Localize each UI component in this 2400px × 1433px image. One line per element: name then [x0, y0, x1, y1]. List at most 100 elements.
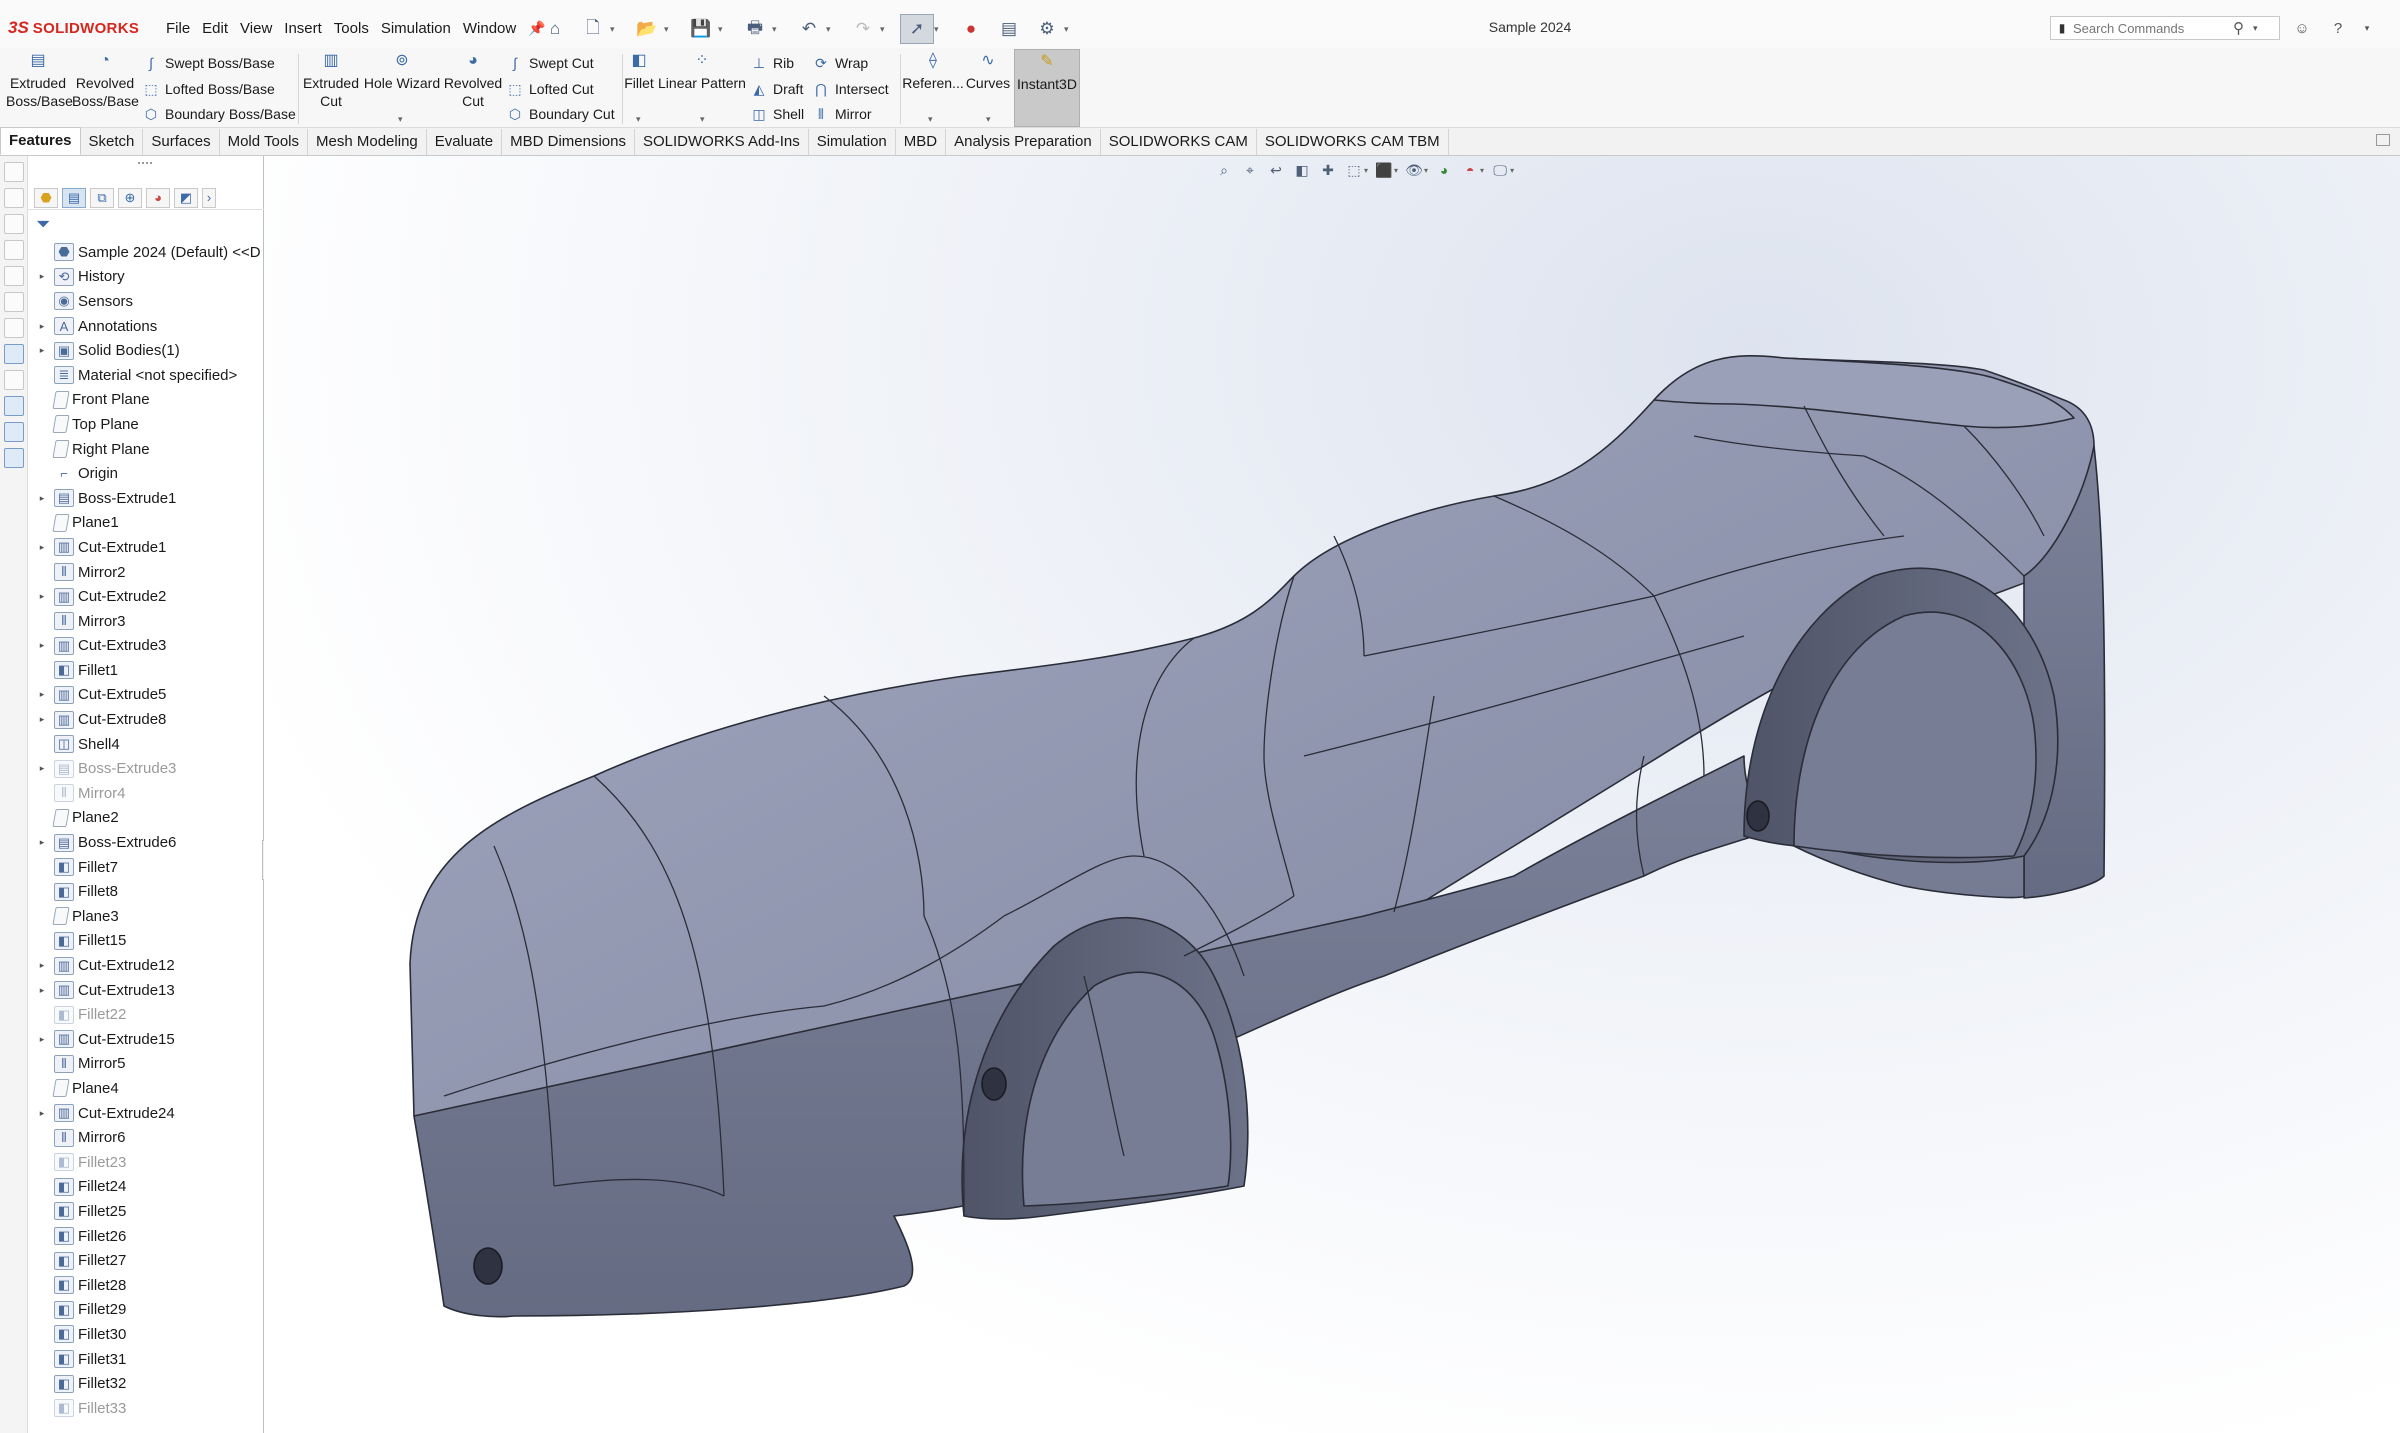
- tab-sketch[interactable]: Sketch: [81, 129, 144, 155]
- expand-arrow-icon[interactable]: ▸: [36, 763, 48, 774]
- boundary-boss-button[interactable]: ⬡ Boundary Boss/Base: [142, 105, 296, 123]
- expand-arrow-icon[interactable]: ▸: [36, 837, 48, 848]
- tab-solidworks-cam[interactable]: SOLIDWORKS CAM: [1101, 129, 1257, 155]
- feature-tree-item[interactable]: Top Plane: [28, 412, 264, 437]
- panel-drag-handle[interactable]: [138, 162, 152, 172]
- redo-dropdown-icon[interactable]: ▾: [880, 24, 890, 35]
- feature-tree-item[interactable]: ▸ A Annotations: [28, 314, 264, 339]
- tab-surfaces[interactable]: Surfaces: [143, 129, 220, 155]
- save-icon[interactable]: 💾: [684, 14, 718, 44]
- solidworks-logo[interactable]: 3S SOLIDWORKS: [8, 16, 139, 40]
- feature-tree-item[interactable]: ⌐ Origin: [28, 461, 264, 486]
- reference-geometry-button[interactable]: ⟠ Referen...: [902, 52, 964, 92]
- undo-dropdown-icon[interactable]: ▾: [826, 24, 836, 35]
- fillet-dropdown-icon[interactable]: ▾: [636, 114, 641, 125]
- user-account-icon[interactable]: ☺: [2290, 16, 2314, 40]
- measure-tool-icon[interactable]: [4, 344, 24, 364]
- rectangle-tool-icon[interactable]: [4, 240, 24, 260]
- file-properties-icon[interactable]: ▤: [992, 14, 1026, 44]
- revolved-boss-button[interactable]: ◔ Revolved Boss/Base: [72, 52, 139, 110]
- expand-arrow-icon[interactable]: ▸: [36, 591, 48, 602]
- expand-arrow-icon[interactable]: ▸: [36, 271, 48, 282]
- tab-mbd[interactable]: MBD: [896, 129, 947, 155]
- feature-tree-item[interactable]: ▸ ▥ Cut-Extrude13: [28, 978, 264, 1003]
- expand-arrow-icon[interactable]: ▸: [36, 1034, 48, 1045]
- menu-file[interactable]: File: [160, 18, 196, 39]
- feature-tree-item[interactable]: ◧ Fillet25: [28, 1199, 264, 1224]
- feature-tree-item[interactable]: ≣ Material <not specified>: [28, 363, 264, 388]
- feature-tree-item[interactable]: Plane1: [28, 511, 264, 536]
- expand-arrow-icon[interactable]: ▸: [36, 640, 48, 651]
- rebuild-traffic-light-icon[interactable]: ●: [954, 14, 988, 44]
- menu-view[interactable]: View: [234, 18, 278, 39]
- menu-window[interactable]: Window: [457, 18, 522, 39]
- feature-tree-item[interactable]: Plane2: [28, 806, 264, 831]
- circle-tool-icon[interactable]: [4, 266, 24, 286]
- feature-tree-item[interactable]: ▸ ▥ Cut-Extrude24: [28, 1101, 264, 1126]
- property-manager-tab-icon[interactable]: ▤: [62, 187, 86, 208]
- feature-tree-item[interactable]: Right Plane: [28, 437, 264, 462]
- tab-mbd-dimensions[interactable]: MBD Dimensions: [502, 129, 635, 155]
- boundary-cut-button[interactable]: ⬡ Boundary Cut: [506, 105, 615, 123]
- line-tool-icon[interactable]: [4, 214, 24, 234]
- feature-tree-item[interactable]: ◧ Fillet1: [28, 658, 264, 683]
- feature-tree-item[interactable]: Plane4: [28, 1076, 264, 1101]
- home-icon[interactable]: ⌂: [538, 14, 572, 44]
- search-commands-box[interactable]: ▮ ⚲ ▾: [2050, 16, 2280, 40]
- cam-tab-icon[interactable]: ◩: [174, 187, 198, 208]
- feature-tree-item[interactable]: ◧ Fillet24: [28, 1175, 264, 1200]
- open-folder-icon[interactable]: 📂: [630, 14, 664, 44]
- tab-mold-tools[interactable]: Mold Tools: [220, 129, 309, 155]
- feature-tree-item[interactable]: ▸ ▥ Cut-Extrude15: [28, 1027, 264, 1052]
- feature-tree-item[interactable]: Plane3: [28, 904, 264, 929]
- feature-tree-item[interactable]: ◫ Shell4: [28, 732, 264, 757]
- tab-analysis-preparation[interactable]: Analysis Preparation: [946, 129, 1101, 155]
- sketch-tool-icon[interactable]: [4, 162, 24, 182]
- menu-tools[interactable]: Tools: [328, 18, 375, 39]
- feature-tree-item[interactable]: ◧ Fillet22: [28, 1002, 264, 1027]
- feature-tree-item[interactable]: ⫴ Mirror5: [28, 1052, 264, 1077]
- shell-button[interactable]: ◫ Shell: [750, 105, 804, 123]
- swept-cut-button[interactable]: ∫ Swept Cut: [506, 54, 594, 72]
- print-dropdown-icon[interactable]: ▾: [772, 24, 782, 35]
- spline-tool-icon[interactable]: [4, 318, 24, 338]
- tab-solidworks-cam-tbm[interactable]: SOLIDWORKS CAM TBM: [1257, 129, 1449, 155]
- feature-tree-item[interactable]: Front Plane: [28, 388, 264, 413]
- dimxpert-tab-icon[interactable]: ⊕: [118, 187, 142, 208]
- panel-more-icon[interactable]: ›: [202, 187, 216, 208]
- configuration-manager-tab-icon[interactable]: ⧉: [90, 187, 114, 208]
- curves-dropdown-icon[interactable]: ▾: [986, 114, 991, 125]
- extruded-cut-button[interactable]: ▥ Extruded Cut: [300, 52, 362, 110]
- feature-tree-item[interactable]: ▸ ▤ Boss-Extrude6: [28, 830, 264, 855]
- feature-tree-item[interactable]: ⫴ Mirror2: [28, 560, 264, 585]
- feature-tree-item[interactable]: ◧ Fillet23: [28, 1150, 264, 1175]
- section-view-icon[interactable]: [4, 396, 24, 416]
- feature-tree-item[interactable]: ▸ ⟲ History: [28, 265, 264, 290]
- display-style-icon[interactable]: [4, 448, 24, 468]
- search-input[interactable]: [2073, 20, 2233, 36]
- save-dropdown-icon[interactable]: ▾: [718, 24, 728, 35]
- redo-icon[interactable]: ↷: [846, 14, 880, 44]
- restore-window-icon[interactable]: [2376, 134, 2390, 146]
- feature-tree-item[interactable]: ◧ Fillet26: [28, 1224, 264, 1249]
- filter-icon[interactable]: ⏷: [36, 214, 50, 235]
- expand-arrow-icon[interactable]: ▸: [36, 714, 48, 725]
- feature-manager-tab-icon[interactable]: ⬣: [34, 187, 58, 208]
- graphics-area[interactable]: ⌕ ⌖ ↩ ◧ ✚ ⬚ ▾ ⬛ ▾ 👁 ▾ ◕ ◓ ▾ 🖵 ▾: [264, 156, 2400, 1433]
- feature-tree-item[interactable]: ▸ ▥ Cut-Extrude5: [28, 683, 264, 708]
- feature-tree-item[interactable]: ⫴ Mirror4: [28, 781, 264, 806]
- part-3d-model[interactable]: [264, 156, 2400, 1433]
- print-icon[interactable]: 🖶: [738, 14, 772, 44]
- linear-pattern-button[interactable]: ⁘ Linear Pattern: [656, 52, 748, 92]
- tab-mesh-modeling[interactable]: Mesh Modeling: [308, 129, 427, 155]
- menu-insert[interactable]: Insert: [278, 18, 328, 39]
- draft-button[interactable]: ◭ Draft: [750, 80, 804, 98]
- select-pointer-icon[interactable]: ➚: [900, 14, 934, 44]
- feature-tree-item[interactable]: ◧ Fillet31: [28, 1347, 264, 1372]
- feature-tree-item[interactable]: ◧ Fillet33: [28, 1396, 264, 1421]
- menu-edit[interactable]: Edit: [196, 18, 234, 39]
- expand-arrow-icon[interactable]: ▸: [36, 689, 48, 700]
- options-dropdown-icon[interactable]: ▾: [1064, 24, 1074, 35]
- feature-tree-item[interactable]: ▸ ▥ Cut-Extrude8: [28, 707, 264, 732]
- view-orientation-icon[interactable]: [4, 422, 24, 442]
